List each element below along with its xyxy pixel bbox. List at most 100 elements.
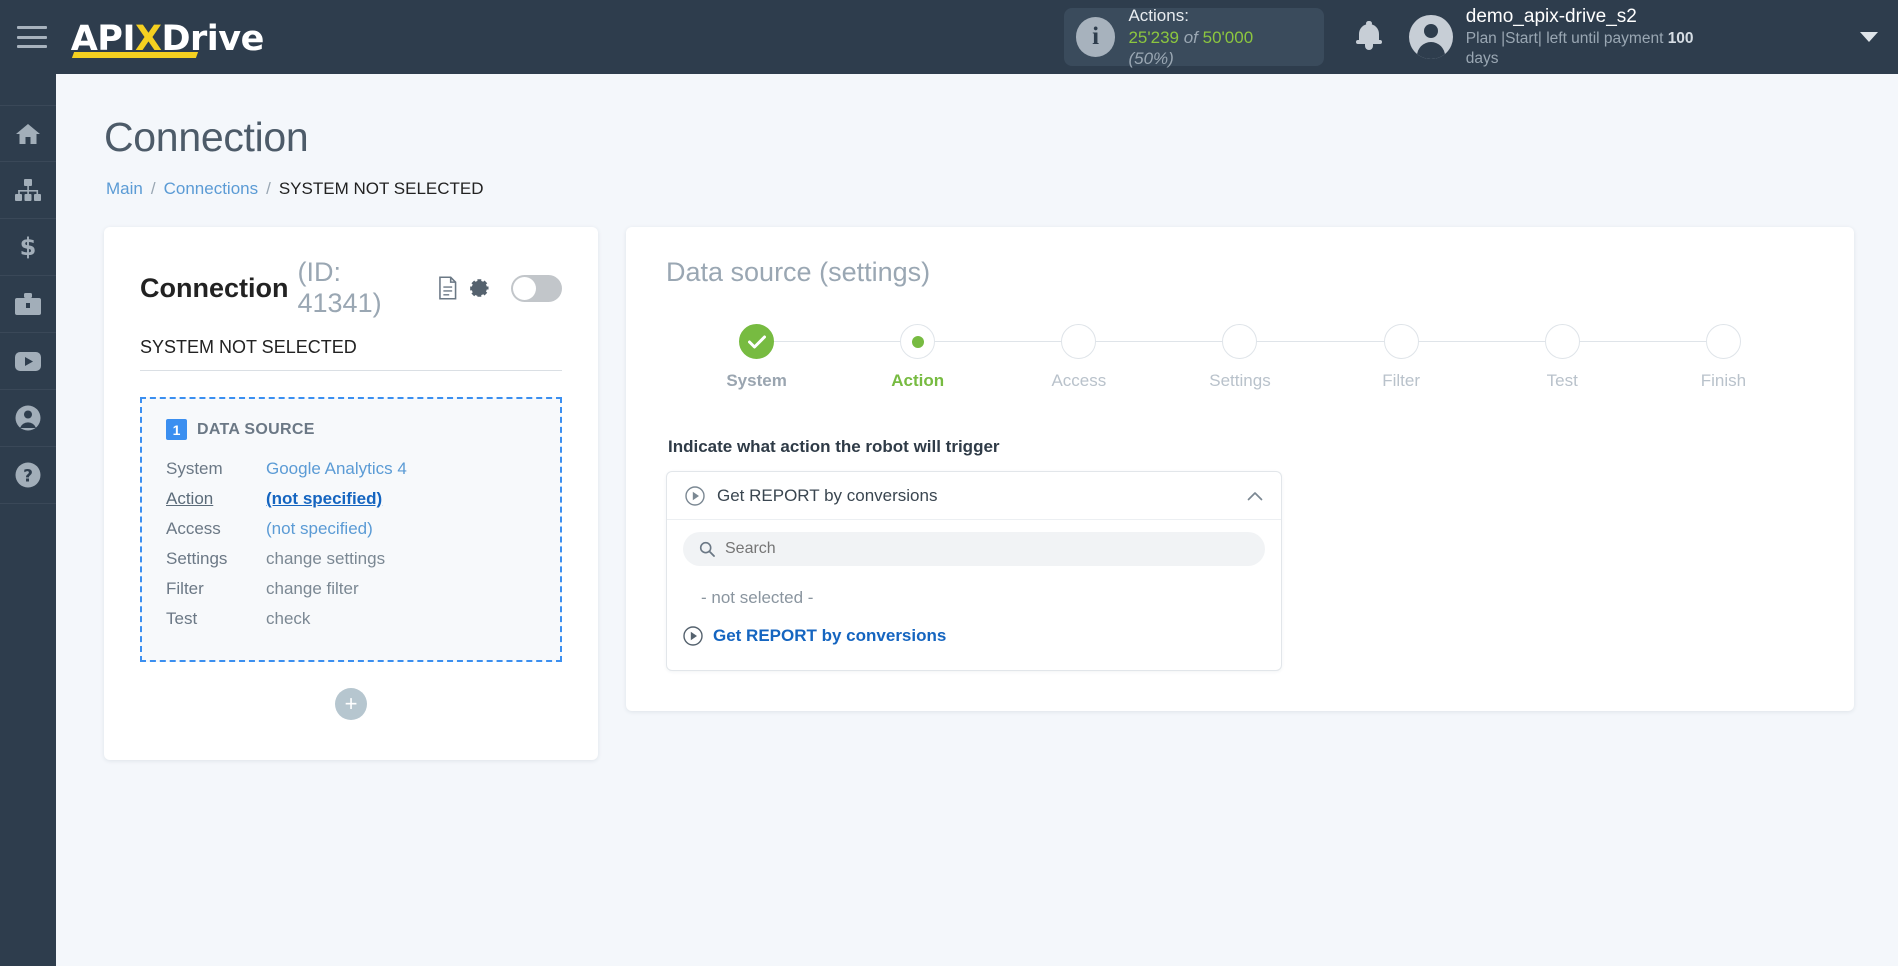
step-access[interactable]: Access xyxy=(998,324,1240,391)
data-source-block[interactable]: 1 DATA SOURCE System Google Analytics 4 … xyxy=(140,397,562,662)
row-value-settings[interactable]: change settings xyxy=(266,544,385,574)
row-value-test[interactable]: check xyxy=(266,604,310,634)
gear-icon[interactable] xyxy=(469,277,490,299)
top-bar: APIXDrive i Actions: 25'239 of 50'000 (5… xyxy=(0,0,1898,74)
step-node-finish xyxy=(1705,324,1741,359)
plan-suffix: days xyxy=(1465,50,1499,67)
row-value-action-text: (not specified) xyxy=(266,489,383,508)
data-source-row-test: Test check xyxy=(166,604,536,634)
row-value-access[interactable]: (not specified) xyxy=(266,514,373,544)
settings-title-suffix: (settings) xyxy=(819,257,931,287)
step-node-access xyxy=(1061,324,1097,359)
data-source-badge: 1 xyxy=(166,419,187,440)
step-test[interactable]: Test xyxy=(1482,324,1724,391)
help-icon: ? xyxy=(15,462,41,488)
breadcrumb: Main / Connections / SYSTEM NOT SELECTED xyxy=(106,179,1898,199)
avatar xyxy=(1409,15,1453,59)
play-circle-icon xyxy=(685,485,705,506)
row-key-action[interactable]: Action xyxy=(166,484,266,514)
row-value-system[interactable]: Google Analytics 4 xyxy=(266,454,407,484)
action-field-label: Indicate what action the robot will trig… xyxy=(668,437,1000,456)
step-node-action xyxy=(900,324,936,359)
row-value-action[interactable]: (not specified) xyxy=(266,484,382,514)
row-value-filter[interactable]: change filter xyxy=(266,574,359,604)
breadcrumb-connections[interactable]: Connections xyxy=(164,179,259,199)
sidebar-item-home[interactable] xyxy=(0,105,56,162)
connection-id: (ID: 41341) xyxy=(297,257,382,318)
info-icon: i xyxy=(1075,17,1116,57)
actions-label: Actions: xyxy=(1128,6,1189,25)
breadcrumb-separator-1: / xyxy=(150,179,156,198)
row-key-system: System xyxy=(166,459,223,478)
step-label-access: Access xyxy=(1051,371,1107,390)
stepper: System Action Access Settings Filter Tes… xyxy=(676,324,1804,391)
step-settings[interactable]: Settings xyxy=(1159,324,1402,391)
user-icon xyxy=(15,405,41,431)
actions-of: of xyxy=(1183,28,1198,47)
check-icon xyxy=(747,335,766,348)
connection-subtitle: SYSTEM NOT SELECTED xyxy=(140,337,562,371)
step-system[interactable]: System xyxy=(676,324,918,391)
step-label-test: Test xyxy=(1546,371,1578,390)
row-key-settings: Settings xyxy=(166,549,228,568)
plan-days: 100 xyxy=(1667,30,1694,47)
sidebar-item-video[interactable] xyxy=(0,333,56,390)
connection-enable-toggle[interactable] xyxy=(511,274,562,302)
hamburger-menu-icon[interactable] xyxy=(17,26,47,48)
data-source-row-filter: Filter change filter xyxy=(166,574,536,604)
logo-api: API xyxy=(70,19,136,59)
connection-card-header: Connection (ID: 41341) xyxy=(140,257,562,319)
connection-title: Connection xyxy=(140,272,289,303)
action-search-field[interactable] xyxy=(683,532,1265,566)
search-input[interactable] xyxy=(725,540,1249,558)
step-label-system: System xyxy=(726,371,787,390)
option-get-report-by-conversions[interactable]: Get REPORT by conversions xyxy=(683,620,1265,652)
actions-used: 25'239 xyxy=(1128,28,1179,47)
action-select-value: Get REPORT by conversions xyxy=(717,485,938,505)
data-source-row-access: Access (not specified) xyxy=(166,514,536,544)
actions-percent: (50%) xyxy=(1128,49,1174,68)
data-source-header: 1 DATA SOURCE xyxy=(166,419,536,440)
user-menu[interactable]: demo_apix-drive_s2 Plan |Start| left unt… xyxy=(1409,5,1728,69)
step-action[interactable]: Action xyxy=(837,324,1079,391)
sidebar-item-profile[interactable] xyxy=(0,390,56,447)
logo-x: X xyxy=(134,19,162,59)
action-select-trigger[interactable]: Get REPORT by conversions xyxy=(667,472,1281,520)
option-not-selected[interactable]: - not selected - xyxy=(683,582,1265,614)
dollar-icon: $ xyxy=(20,234,37,260)
settings-panel: Data source (settings) System Action Acc… xyxy=(626,227,1854,711)
briefcase-icon xyxy=(15,292,41,315)
add-block-button[interactable]: + xyxy=(335,688,367,720)
notifications-bell-icon[interactable] xyxy=(1354,21,1384,53)
sidebar-item-business[interactable] xyxy=(0,276,56,333)
add-block-wrap: + xyxy=(140,688,562,720)
data-source-row-settings: Settings change settings xyxy=(166,544,536,574)
step-filter[interactable]: Filter xyxy=(1321,324,1563,391)
logo-text: APIXDrive xyxy=(70,19,265,59)
row-key-test: Test xyxy=(166,609,198,628)
chevron-up-icon[interactable] xyxy=(1247,491,1263,501)
step-label-filter: Filter xyxy=(1382,371,1421,390)
sidebar-item-payments[interactable]: $ xyxy=(0,219,56,276)
youtube-icon xyxy=(15,351,41,371)
plan-prefix: Plan |Start| left until payment xyxy=(1465,30,1668,47)
step-finish[interactable]: Finish xyxy=(1643,324,1804,391)
play-circle-icon xyxy=(683,626,703,646)
sidebar-item-connections[interactable] xyxy=(0,162,56,219)
chevron-down-icon[interactable] xyxy=(1860,32,1878,42)
cards-row: Connection (ID: 41341) SYSTEM NOT SELECT… xyxy=(104,227,1898,760)
step-label-finish: Finish xyxy=(1700,371,1747,390)
actions-counter[interactable]: i Actions: 25'239 of 50'000 (50%) xyxy=(1063,6,1324,68)
step-node-filter xyxy=(1383,324,1419,359)
breadcrumb-main[interactable]: Main xyxy=(106,179,143,199)
sidebar-item-help[interactable]: ? xyxy=(0,447,56,504)
action-select: Get REPORT by conversions - not xyxy=(666,471,1282,671)
apixdrive-logo[interactable]: APIXDrive xyxy=(70,15,265,59)
page-title: Connection xyxy=(104,114,309,160)
sitemap-icon xyxy=(15,179,41,201)
option-not-selected-label: - not selected - xyxy=(701,588,814,607)
data-source-row-action: Action (not specified) xyxy=(166,484,536,514)
settings-panel-title: Data source (settings) xyxy=(666,257,1814,288)
svg-text:$: $ xyxy=(20,234,37,260)
document-icon[interactable] xyxy=(438,276,458,300)
